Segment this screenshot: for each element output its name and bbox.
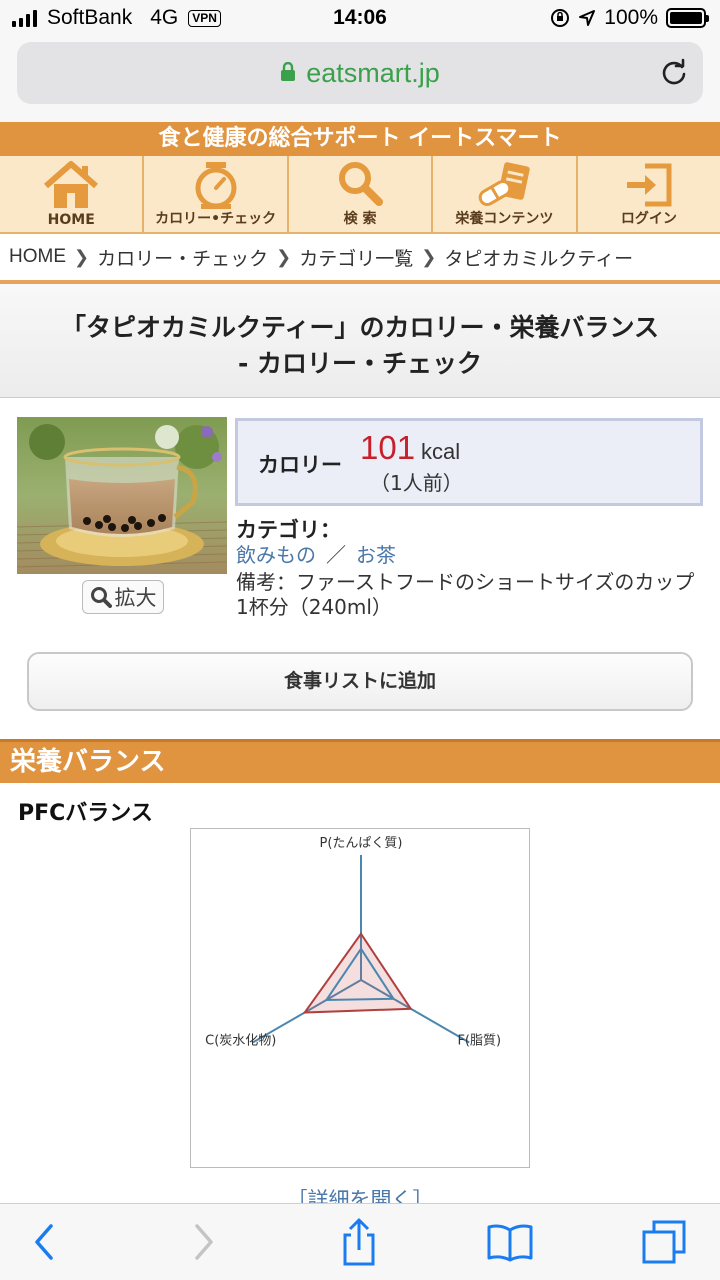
category-links: 飲みもの ／ お茶 (236, 539, 396, 568)
share-button[interactable] (335, 1218, 383, 1266)
breadcrumb-category-list[interactable]: カテゴリ一覧 (299, 244, 413, 271)
calorie-box: カロリー 101 kcal （1人前） (235, 418, 703, 506)
location-icon (579, 10, 596, 26)
status-bar: SoftBank 4G VPN 14:06 100% (0, 0, 720, 38)
chevron-right-icon: ❯ (276, 246, 292, 267)
calorie-value: 101 (360, 429, 416, 466)
nav-search[interactable]: 検 索 (289, 156, 434, 232)
site-nav: HOME カロリー•チェック 検 索 栄養コンテンツ ログイン (0, 156, 720, 234)
share-icon (343, 1218, 375, 1266)
breadcrumb-current: タピオカミルクティー (444, 248, 634, 270)
breadcrumb-home[interactable]: HOME (9, 246, 66, 268)
calorie-label: カロリー (258, 453, 342, 477)
magnifier-icon (90, 587, 112, 608)
nav-login[interactable]: ログイン (578, 156, 720, 232)
nav-home-label: HOME (47, 212, 95, 228)
site-title[interactable]: 食と健康の総合サポート イートスマート (0, 122, 720, 156)
chevron-right-icon: ❯ (421, 246, 437, 267)
lock-icon (280, 61, 296, 82)
breadcrumb-calorie-check[interactable]: カロリー・チェック (97, 244, 268, 271)
page-title: 「タピオカミルクティー」のカロリー・栄養バランス - カロリー・チェック (0, 284, 720, 398)
pfc-radar-svg: P(たんぱく質) F(脂質) C(炭水化物) (205, 836, 501, 1049)
pfc-chart: P(たんぱく質) F(脂質) C(炭水化物) (190, 828, 530, 1168)
zoom-button[interactable]: 拡大 (82, 580, 164, 614)
tabs-button[interactable] (640, 1218, 688, 1266)
chevron-right-icon: ❯ (74, 246, 90, 267)
url-text: eatsmart.jp (306, 58, 440, 88)
nav-search-label: 検 索 (343, 211, 377, 227)
chevron-right-icon (195, 1224, 213, 1260)
login-icon (626, 163, 672, 207)
category-link-tea[interactable]: お茶 (356, 543, 396, 567)
pill-book-icon (479, 162, 531, 206)
add-to-meal-list-button[interactable]: 食事リストに追加 (27, 652, 693, 711)
serving-size: （1人前） (370, 471, 463, 495)
radar-axis-label: F(脂質) (457, 1034, 501, 1049)
radar-axis-label: P(たんぱく質) (320, 836, 403, 851)
nav-calorie-check[interactable]: カロリー•チェック (144, 156, 289, 232)
nav-calorie-check-label: カロリー•チェック (155, 211, 277, 227)
radar-axis-label: C(炭水化物) (205, 1034, 276, 1049)
calorie-unit: kcal (421, 439, 461, 464)
browser-chrome: eatsmart.jp (0, 38, 720, 122)
category-link-drinks[interactable]: 飲みもの (236, 543, 316, 567)
battery-percent: 100% (604, 6, 658, 29)
page-title-line2: - カロリー・チェック (237, 349, 483, 378)
back-button[interactable] (20, 1218, 68, 1266)
food-note: 備考：ファーストフードのショートサイズのカップ1杯分（240ml） (236, 570, 695, 619)
bookmarks-button[interactable] (486, 1218, 534, 1266)
section-header-nutrition: 栄養バランス (0, 739, 720, 783)
food-photo[interactable] (17, 417, 227, 574)
reload-icon[interactable] (659, 58, 689, 88)
page: SoftBank 4G VPN 14:06 100% eatsmart.jp 食… (0, 0, 720, 1280)
pfc-title: PFCバランス (18, 801, 153, 826)
nav-login-label: ログイン (620, 211, 677, 227)
scale-icon (195, 162, 237, 209)
nav-nutrition-label: 栄養コンテンツ (455, 211, 554, 227)
nav-home[interactable]: HOME (0, 156, 145, 232)
nav-nutrition-contents[interactable]: 栄養コンテンツ (433, 156, 578, 232)
forward-button[interactable] (180, 1218, 228, 1266)
browser-toolbar (0, 1203, 720, 1280)
page-title-line1: 「タピオカミルクティー」のカロリー・栄養バランス (60, 313, 659, 342)
orientation-lock-icon (551, 9, 570, 27)
category-separator: ／ (326, 543, 346, 567)
battery-icon (666, 8, 709, 28)
chevron-left-icon (35, 1224, 53, 1260)
tabs-icon (642, 1220, 686, 1264)
zoom-label: 拡大 (114, 586, 157, 610)
address-bar[interactable]: eatsmart.jp (17, 42, 703, 104)
book-icon (487, 1224, 533, 1262)
home-icon (44, 161, 99, 208)
search-icon (339, 162, 384, 206)
radar-series-polygon (302, 932, 413, 1014)
breadcrumb: HOME ❯ カロリー・チェック ❯ カテゴリ一覧 ❯ タピオカミルクティー (0, 236, 720, 278)
